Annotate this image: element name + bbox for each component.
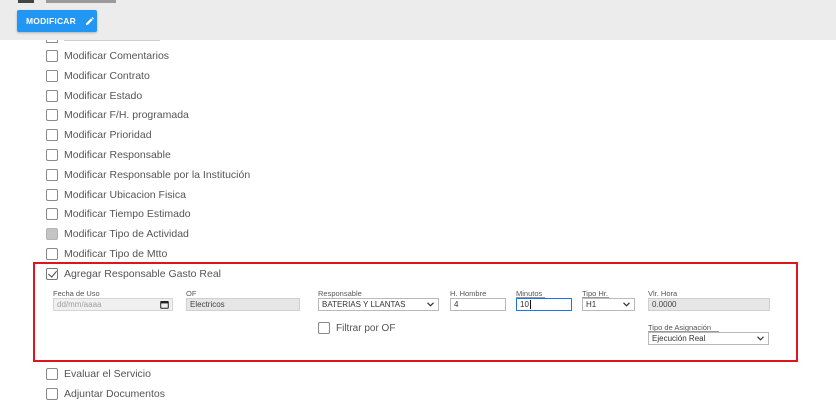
asignacion-value: Ejecución Real [652,334,706,343]
fecha-label: Fecha de Uso [53,289,100,298]
option-label: Modificar Prioridad [64,129,152,141]
checkbox[interactable] [46,169,58,181]
option-modificar-responsable[interactable]: Modificar Responsable [46,147,171,163]
modify-button[interactable]: MODIFICAR [17,10,97,32]
option-label: Modificar Tiempo Estimado [64,208,191,220]
calendar-icon[interactable] [160,300,169,309]
option-modificar-tiempo-estimado[interactable]: Modificar Tiempo Estimado [46,206,191,222]
checkbox[interactable] [46,189,58,201]
responsable-label: Responsable [318,289,362,298]
toolbar-title-fragment [46,0,116,3]
option-modificar-estado[interactable]: Modificar Estado [46,88,142,104]
cut-off-label [64,40,160,41]
option-label: Modificar Contrato [64,70,150,82]
option-modificar-ubicacion-fisica[interactable]: Modificar Ubicacion Fisica [46,187,186,203]
checkbox[interactable] [46,50,58,62]
option-label: Modificar Responsable por la Institución [64,169,251,181]
option-label: Modificar Tipo de Mtto [64,248,168,260]
pencil-icon [85,16,94,26]
option-evaluar-servicio[interactable]: Evaluar el Servicio [46,366,151,382]
hhombre-input[interactable]: 4 [450,298,506,311]
asignacion-select[interactable]: Ejecución Real [648,332,769,345]
option-label: Evaluar el Servicio [64,368,151,380]
option-modificar-contrato[interactable]: Modificar Contrato [46,68,150,84]
vlrhora-label: Vlr. Hora [648,289,678,298]
tipohr-value: H1 [586,300,597,309]
text-caret [529,300,531,309]
checkbox-cut-off[interactable] [46,40,58,43]
menu-icon[interactable] [18,0,34,3]
filtrar-por-of[interactable]: Filtrar por OF [318,320,395,336]
hhombre-label: H. Hombre [450,289,487,298]
option-modificar-tipo-actividad: Modificar Tipo de Actividad [46,226,189,242]
option-modificar-fh-programada[interactable]: Modificar F/H. programada [46,107,189,123]
tipohr-select[interactable]: H1 [582,298,635,311]
option-adjuntar-documentos[interactable]: Adjuntar Documentos [46,386,165,402]
option-label: Agregar Responsable Gasto Real [64,268,222,280]
filtrar-label: Filtrar por OF [336,322,396,334]
checkbox-disabled [46,228,58,240]
option-modificar-responsable-institucion[interactable]: Modificar Responsable por la Institución [46,167,250,183]
option-label: Modificar F/H. programada [64,109,189,121]
checkbox-checked[interactable] [46,268,58,280]
checkbox[interactable] [46,388,58,400]
checkbox[interactable] [46,149,58,161]
checkbox[interactable] [46,109,58,121]
checkbox[interactable] [46,208,58,220]
checkbox[interactable] [46,70,58,82]
chevron-down-icon [757,336,764,341]
chevron-down-icon [623,302,630,307]
checkbox[interactable] [46,129,58,141]
option-label: Modificar Estado [64,90,143,102]
top-toolbar: MODIFICAR [0,0,836,40]
option-label: Modificar Responsable [64,149,171,161]
option-modificar-tipo-mtto[interactable]: Modificar Tipo de Mtto [46,246,167,262]
option-modificar-prioridad[interactable]: Modificar Prioridad [46,127,152,143]
checkbox[interactable] [46,368,58,380]
option-label: Modificar Comentarios [64,50,170,62]
option-label: Modificar Ubicacion Fisica [64,189,186,201]
minutos-input[interactable]: 10 [516,298,572,311]
of-input: Electricos [186,298,300,311]
option-modificar-comentarios[interactable]: Modificar Comentarios [46,48,169,64]
option-label: Modificar Tipo de Actividad [64,228,189,240]
checkbox[interactable] [318,322,330,334]
vlrhora-input: 0.0000 [648,298,770,311]
of-label: OF [186,289,197,298]
responsable-value: BATERIAS Y LLANTAS [322,300,406,309]
responsable-select[interactable]: BATERIAS Y LLANTAS [318,298,439,311]
fecha-placeholder: dd/mm/aaaa [57,300,102,309]
checkbox[interactable] [46,90,58,102]
minutos-value: 10 [520,300,529,309]
fecha-input[interactable]: dd/mm/aaaa [53,298,173,311]
option-label: Adjuntar Documentos [64,388,165,400]
chevron-down-icon [427,302,434,307]
option-agregar-responsable-gasto-real[interactable]: Agregar Responsable Gasto Real [46,266,221,282]
checkbox[interactable] [46,248,58,260]
modify-button-label: MODIFICAR [26,16,76,26]
